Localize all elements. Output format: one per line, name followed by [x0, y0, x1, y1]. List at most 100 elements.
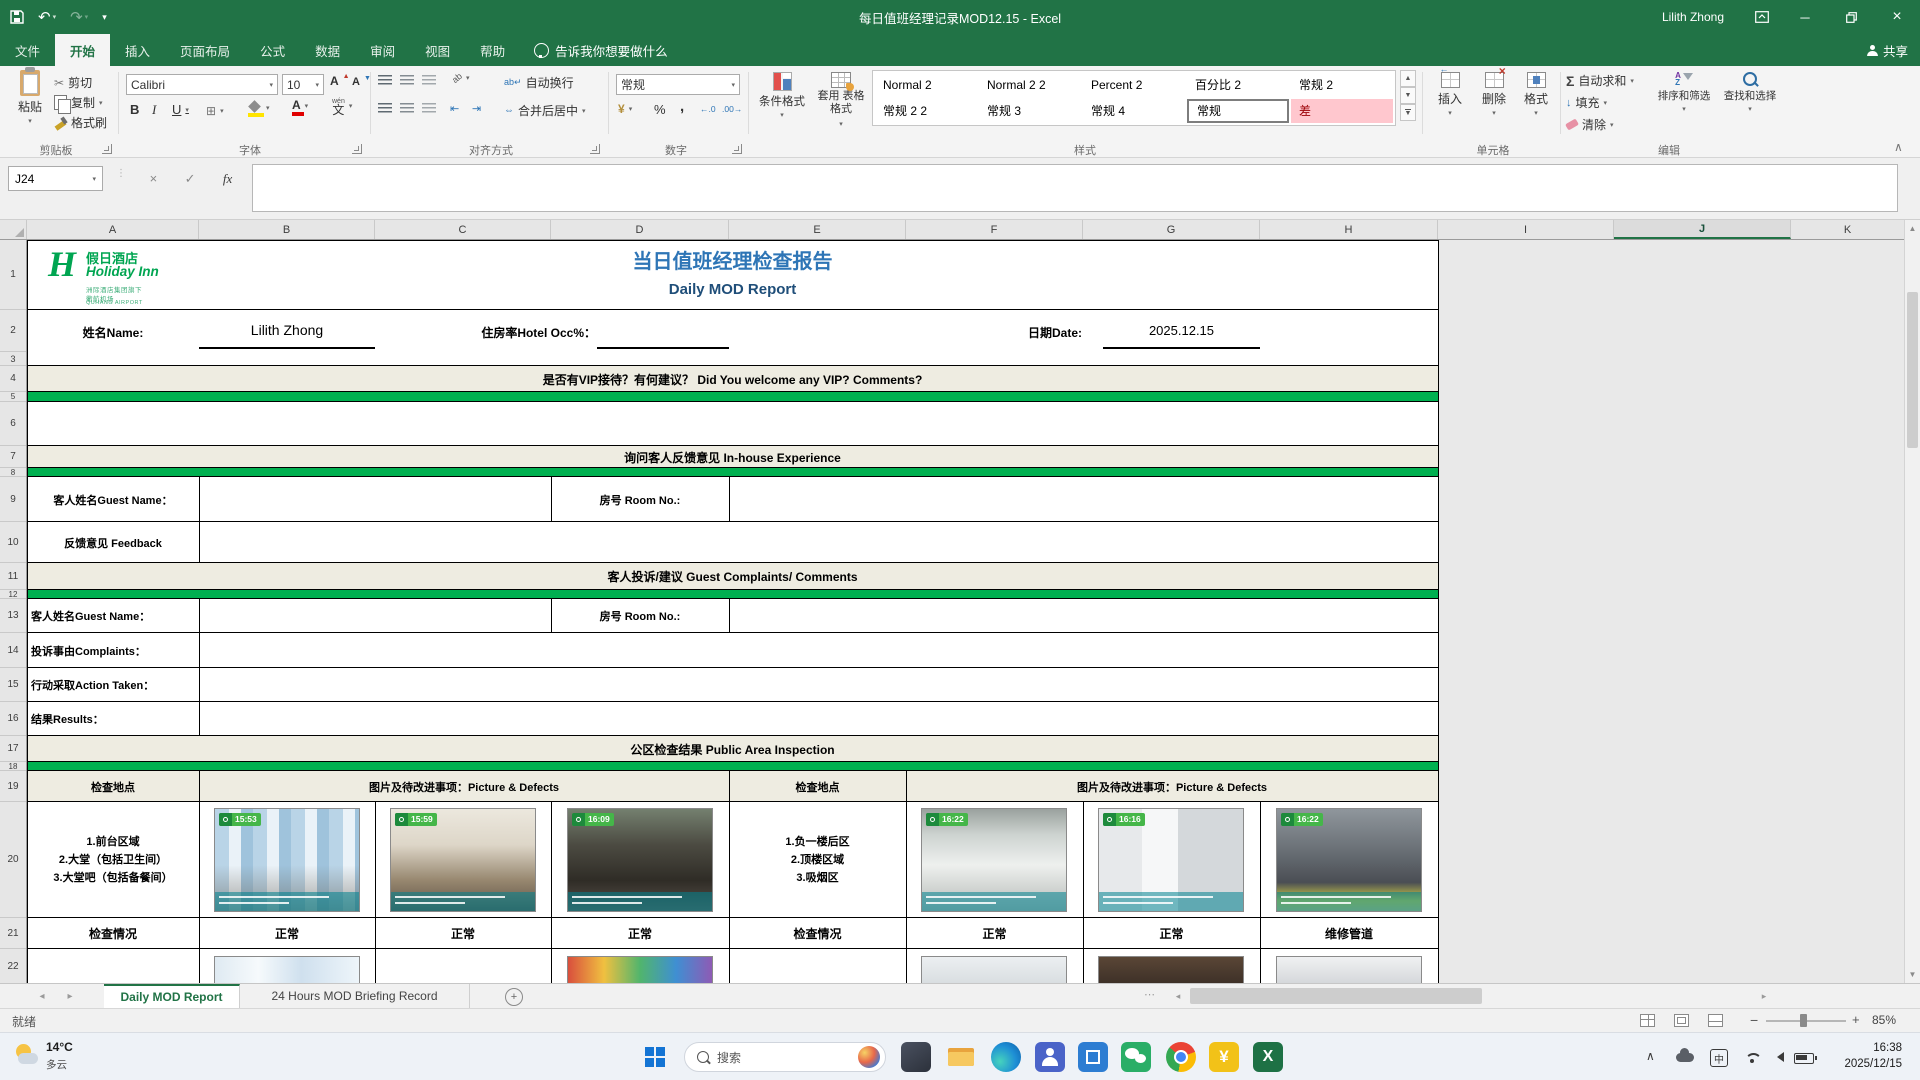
phonetic-guide-button[interactable]: wén文▾ — [332, 98, 352, 114]
tab-file[interactable]: 文件 — [0, 34, 55, 66]
row-header[interactable]: 21 — [0, 918, 26, 949]
formula-input[interactable] — [252, 164, 1898, 212]
style-chip[interactable]: 常规 2 — [1291, 73, 1393, 97]
increase-font-icon[interactable]: A▲ — [330, 74, 350, 88]
style-chip-bad[interactable]: 差 — [1291, 99, 1393, 123]
inspection-photo[interactable]: 16:09 — [567, 808, 713, 912]
borders-button[interactable]: ⊞▾ — [206, 104, 224, 118]
normal-view-icon[interactable] — [1640, 1014, 1655, 1027]
occupancy-value[interactable] — [597, 308, 729, 352]
sheet-tab-active[interactable]: Daily MOD Report — [104, 984, 240, 1008]
ribbon-display-options-icon[interactable] — [1742, 0, 1782, 34]
horizontal-scrollbar[interactable] — [1188, 984, 1752, 1008]
taskbar-app-icon[interactable] — [901, 1042, 931, 1072]
scroll-down-icon[interactable]: ▼ — [1905, 967, 1920, 982]
row-header[interactable]: 2 — [0, 310, 26, 352]
merge-center-button[interactable]: ⇔合并后居中▾ — [504, 102, 586, 119]
tell-me-box[interactable]: 告诉我你想要做什么 — [520, 34, 682, 66]
inspection-photo[interactable]: 15:59 — [390, 808, 536, 912]
decrease-indent-icon[interactable]: ⇤ — [450, 102, 459, 115]
inspection-photo-clipped[interactable] — [921, 956, 1067, 983]
wechat-icon[interactable] — [1121, 1042, 1151, 1072]
status-cell[interactable]: 正常 — [375, 918, 551, 949]
increase-indent-icon[interactable]: ⇥ — [472, 102, 481, 115]
edge-browser-icon[interactable] — [991, 1042, 1021, 1072]
hscroll-right-icon[interactable]: ▸ — [1752, 984, 1776, 1008]
taskbar-search[interactable]: 搜索 — [684, 1042, 886, 1072]
hidden-icons-chevron[interactable]: ∧ — [1646, 1049, 1655, 1063]
row-header[interactable]: 19 — [0, 771, 26, 802]
account-name[interactable]: Lilith Zhong — [1662, 10, 1724, 24]
conditional-formatting-button[interactable]: 条件格式▾ — [752, 72, 812, 119]
feedback-row[interactable] — [27, 522, 1438, 563]
row-header[interactable]: 1 — [0, 240, 26, 310]
inspection-photo-clipped[interactable] — [1098, 956, 1244, 983]
font-color-button[interactable]: A▾ — [292, 100, 308, 111]
restore-button[interactable] — [1828, 0, 1874, 34]
format-cells-button[interactable]: 格式▾ — [1516, 72, 1556, 117]
results-row[interactable] — [27, 702, 1438, 736]
clock[interactable]: 16:38 2025/12/15 — [1844, 1040, 1902, 1072]
column-header[interactable]: E — [729, 220, 906, 239]
font-name-combo[interactable]: Calibri▾ — [126, 74, 278, 95]
namebox-splitter[interactable]: ⋮ — [116, 168, 127, 179]
decrease-font-icon[interactable]: A▼ — [352, 76, 371, 88]
format-painter-button[interactable]: 格式刷 — [54, 114, 107, 131]
copy-button[interactable]: 复制▾ — [54, 94, 103, 111]
status-cell[interactable]: 正常 — [1083, 918, 1260, 949]
tab-splitter[interactable]: ⋯ — [1144, 988, 1155, 1001]
align-center-icon[interactable] — [400, 103, 414, 113]
guest-row-2[interactable] — [27, 599, 1438, 633]
scroll-up-icon[interactable]: ▲ — [1905, 221, 1920, 236]
cancel-icon[interactable]: × — [150, 171, 158, 186]
new-sheet-button[interactable]: + — [505, 988, 523, 1006]
vip-answer-row[interactable] — [27, 402, 1438, 446]
find-select-button[interactable]: 查找和选择▾ — [1718, 72, 1782, 113]
chrome-icon[interactable] — [1166, 1042, 1196, 1072]
weather-description[interactable]: 多云 — [46, 1057, 67, 1072]
zoom-level[interactable]: 85% — [1872, 1013, 1896, 1027]
tab-formulas[interactable]: 公式 — [245, 34, 300, 66]
hscroll-left-icon[interactable]: ◂ — [1166, 984, 1190, 1008]
column-header[interactable]: K — [1791, 220, 1904, 239]
align-middle-icon[interactable] — [400, 75, 414, 85]
row-header[interactable]: 15 — [0, 668, 26, 702]
inspection-photo-clipped[interactable] — [214, 956, 360, 983]
row-header[interactable]: 11 — [0, 563, 26, 590]
number-dialog-launcher-icon[interactable] — [732, 144, 742, 154]
volume-icon[interactable] — [1772, 1052, 1784, 1062]
name-box[interactable]: J24▾ — [8, 166, 103, 191]
clear-button[interactable]: 清除▾ — [1566, 116, 1614, 133]
excel-app-icon[interactable]: X — [1253, 1042, 1283, 1072]
column-header[interactable]: F — [906, 220, 1083, 239]
start-button[interactable] — [645, 1047, 665, 1067]
tab-help[interactable]: 帮助 — [465, 34, 520, 66]
zoom-in-icon[interactable]: + — [1852, 1012, 1860, 1027]
column-header[interactable]: A — [27, 220, 199, 239]
insert-function-icon[interactable]: fx — [223, 171, 232, 187]
sheet-tab[interactable]: 24 Hours MOD Briefing Record — [240, 984, 470, 1008]
insert-cells-button[interactable]: 插入▾ — [1430, 72, 1470, 117]
zoom-out-icon[interactable]: − — [1750, 1012, 1758, 1028]
undo-button[interactable]: ↶▾ — [38, 8, 56, 26]
inspection-photo[interactable]: 16:16 — [1098, 808, 1244, 912]
decrease-decimal-icon[interactable]: .00→ — [722, 104, 742, 114]
inspection-photo[interactable]: 15:53 — [214, 808, 360, 912]
row-header[interactable]: 4 — [0, 366, 26, 392]
select-all-corner[interactable] — [0, 220, 27, 239]
style-chip-selected[interactable]: 常规 — [1187, 99, 1289, 123]
autosum-button[interactable]: Σ自动求和▾ — [1566, 72, 1634, 89]
paste-button[interactable]: 粘贴▾ — [8, 70, 52, 125]
taskbar-app-icon[interactable] — [1078, 1042, 1108, 1072]
style-chip[interactable]: 常规 4 — [1083, 99, 1185, 123]
row-header[interactable]: 22 — [0, 949, 26, 983]
zoom-slider-thumb[interactable] — [1800, 1014, 1807, 1027]
column-header-active[interactable]: J — [1614, 220, 1791, 239]
italic-button[interactable]: I — [152, 102, 156, 118]
style-chip[interactable]: 常规 3 — [979, 99, 1081, 123]
font-dialog-launcher-icon[interactable] — [352, 144, 362, 154]
row-header[interactable]: 7 — [0, 446, 26, 468]
style-chip[interactable]: Percent 2 — [1083, 73, 1185, 97]
gallery-scroll-up-icon[interactable]: ▲ — [1400, 70, 1416, 87]
gallery-more-icon[interactable]: ▼ — [1400, 104, 1416, 121]
